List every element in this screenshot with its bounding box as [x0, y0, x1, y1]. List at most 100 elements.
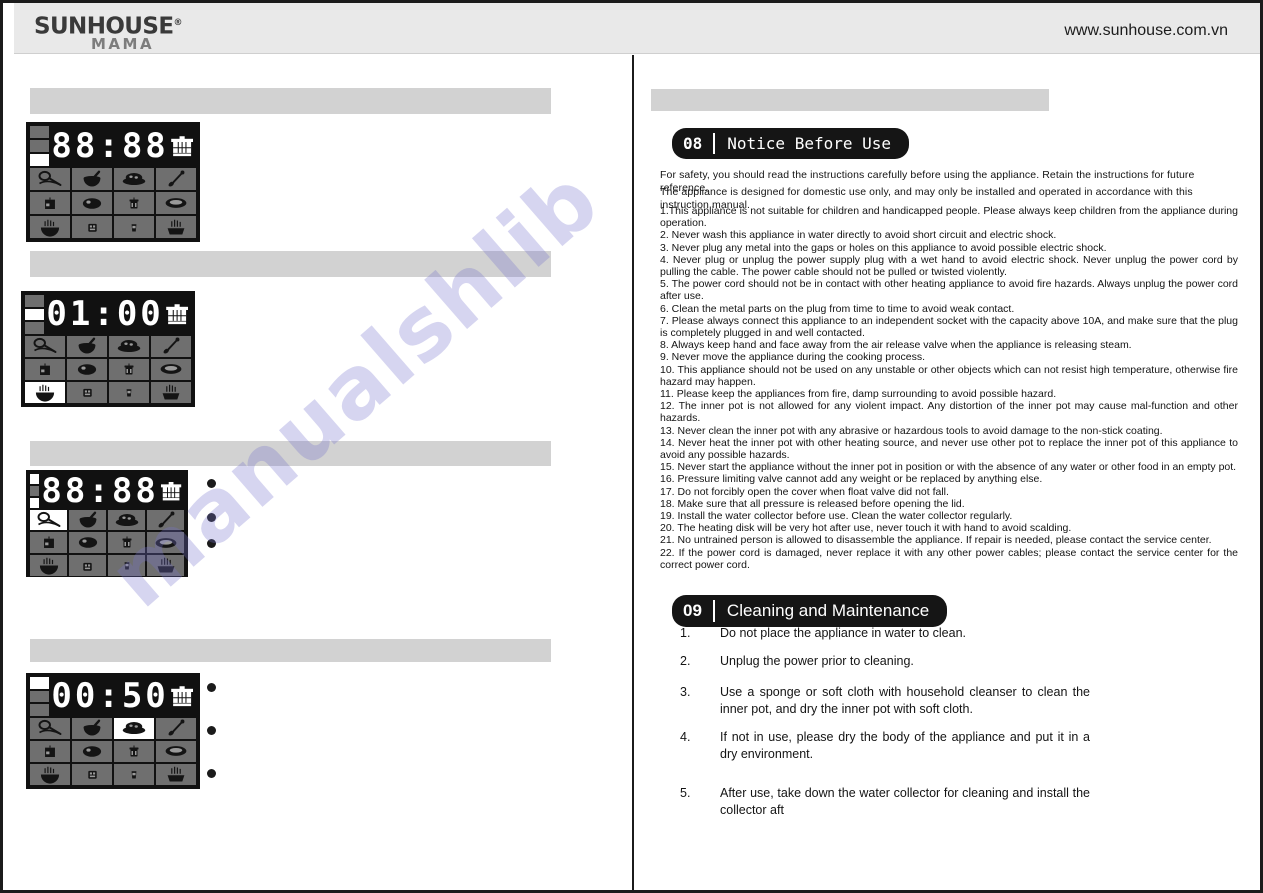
display-digit: 8: [135, 471, 156, 511]
panel-button-oval-dish-icon[interactable]: [156, 192, 196, 215]
panel-button-oval-dish-icon[interactable]: [156, 740, 196, 762]
led-display-row: 00:50: [28, 675, 198, 718]
indicator-bar-2: [30, 154, 50, 167]
control-panel-1[interactable]: 88:88: [26, 122, 200, 242]
panel-button-steaming-bowl-icon[interactable]: [25, 381, 65, 404]
panel-button-steamer-pot-icon[interactable]: [108, 532, 145, 553]
panel-button-cake-icon[interactable]: [30, 192, 70, 215]
panel-button-rice-cooker-icon[interactable]: [67, 381, 107, 404]
panel-button-whisk-icon[interactable]: [156, 168, 196, 191]
panel-button-yogurt-cup-icon[interactable]: [114, 216, 154, 238]
panel-button-mortar-bowl-icon[interactable]: [72, 168, 112, 191]
panel-inner: 88:88: [28, 124, 198, 240]
indicator-bar-1: [30, 486, 40, 496]
mortar-bowl-icon: [78, 170, 106, 189]
panel-button-mortar-bowl-icon[interactable]: [67, 335, 107, 357]
indicator-bar-2: [30, 498, 40, 508]
indicator-bar-2: [30, 704, 50, 716]
notice-item: 22. If the power cord is damaged, never …: [660, 546, 1238, 571]
panel-button-steamer-pot-icon[interactable]: [109, 358, 149, 380]
panel-button-roast-meat-icon[interactable]: [67, 358, 107, 380]
display-digit: 8: [74, 126, 96, 167]
panel-button-cake-icon[interactable]: [30, 532, 67, 553]
panel-button-rice-cooker-icon[interactable]: [72, 216, 112, 238]
control-panel-2[interactable]: 01:00: [21, 291, 195, 407]
control-panel-4[interactable]: 00:50: [26, 673, 200, 789]
section-badge-notice: 08 Notice Before Use: [672, 128, 910, 159]
notice-item: 12. The inner pot is not allowed for any…: [660, 400, 1238, 425]
panel-button-steamer-pot-icon[interactable]: [114, 192, 154, 215]
panel-button-rice-cooker-icon[interactable]: [72, 763, 112, 786]
led-time-display: 00:50: [51, 677, 165, 716]
panel-button-braised-dish-icon[interactable]: [109, 335, 149, 357]
notice-item: 16. Pressure limiting valve cannot add a…: [660, 473, 1043, 486]
panel-button-braised-dish-icon[interactable]: [114, 168, 154, 191]
panel-button-roast-meat-icon[interactable]: [72, 192, 112, 215]
panel-button-mortar-bowl-icon[interactable]: [72, 717, 112, 739]
panel-button-whisk-icon[interactable]: [151, 335, 191, 357]
panel-button-steam-basket-icon[interactable]: [151, 381, 191, 404]
panel-button-steam-basket-icon[interactable]: [156, 216, 196, 238]
display-digit: 1: [69, 294, 91, 335]
panel-button-noodle-ladle-icon[interactable]: [30, 717, 70, 739]
section-number: 08: [683, 134, 703, 153]
steaming-bowl-icon: [36, 764, 64, 785]
panel-button-braised-dish-icon[interactable]: [108, 510, 145, 530]
steaming-bowl-icon: [35, 555, 63, 576]
panel-button-steam-basket-icon[interactable]: [156, 763, 196, 786]
button-row-0: [23, 335, 193, 359]
cleaning-items-list: 1. Do not place the appliance in water to…: [680, 625, 1090, 830]
oval-dish-icon: [151, 534, 181, 552]
indicator-bar-1: [25, 308, 45, 321]
led-time-display: 01:00: [46, 295, 160, 334]
panel-button-noodle-ladle-icon[interactable]: [30, 510, 67, 530]
roast-meat-icon: [73, 360, 101, 379]
pressure-pot-icon: [163, 295, 191, 334]
pressure-pot-icon: [168, 126, 196, 166]
display-colon: :: [98, 676, 119, 717]
panel-button-whisk-icon[interactable]: [156, 717, 196, 739]
whisk-icon: [158, 336, 184, 356]
indicator-bars: [30, 474, 40, 508]
panel-button-noodle-ladle-icon[interactable]: [25, 335, 65, 357]
page-header: SUNHOUSE® MAMA www.sunhouse.com.vn: [14, 3, 1260, 54]
panel-button-steaming-bowl-icon[interactable]: [30, 216, 70, 238]
panel-button-whisk-icon[interactable]: [147, 510, 184, 530]
mortar-bowl-icon: [73, 337, 101, 356]
notice-item: 2. Never wash this appliance in water di…: [660, 229, 1057, 242]
cleaning-item-number: 1.: [680, 626, 691, 640]
panel-button-yogurt-cup-icon[interactable]: [114, 763, 154, 786]
cleaning-item-number: 3.: [680, 685, 691, 699]
display-digit: 8: [51, 126, 72, 167]
panel-button-steam-basket-icon[interactable]: [147, 555, 184, 576]
panel-button-oval-dish-icon[interactable]: [151, 358, 191, 380]
notice-item: 8. Always keep hand and face away from t…: [660, 339, 1132, 352]
panel-button-noodle-ladle-icon[interactable]: [30, 168, 70, 191]
rice-cooker-icon: [82, 217, 103, 237]
panel-button-cake-icon[interactable]: [30, 740, 70, 762]
panel-button-roast-meat-icon[interactable]: [72, 740, 112, 762]
panel-button-steaming-bowl-icon[interactable]: [30, 555, 67, 576]
panel-button-rice-cooker-icon[interactable]: [69, 555, 106, 576]
panel-button-yogurt-cup-icon[interactable]: [108, 555, 145, 576]
panel-button-cake-icon[interactable]: [25, 358, 65, 380]
control-panel-3[interactable]: 88:88: [26, 470, 188, 577]
rice-cooker-icon: [82, 764, 103, 784]
panel-button-steaming-bowl-icon[interactable]: [30, 763, 70, 786]
panel-button-roast-meat-icon[interactable]: [69, 532, 106, 553]
panel-button-mortar-bowl-icon[interactable]: [69, 510, 106, 530]
manual-page: SUNHOUSE® MAMA www.sunhouse.com.vn 88:88…: [0, 0, 1263, 893]
display-digit: 8: [145, 126, 166, 167]
indicator-bars: [25, 295, 45, 334]
cleaning-item-number: 4.: [680, 730, 691, 744]
mortar-bowl-icon: [74, 511, 102, 530]
panel-button-steamer-pot-icon[interactable]: [114, 740, 154, 762]
yogurt-cup-icon: [126, 217, 142, 238]
panel-button-oval-dish-icon[interactable]: [147, 532, 184, 553]
button-row-2: [28, 555, 186, 578]
panel-button-yogurt-cup-icon[interactable]: [109, 381, 149, 404]
roast-meat-icon: [78, 194, 106, 213]
whisk-icon: [153, 510, 179, 530]
panel-button-braised-dish-icon[interactable]: [114, 717, 154, 739]
notice-item: 11. Please keep the appliances from fire…: [660, 388, 1057, 401]
